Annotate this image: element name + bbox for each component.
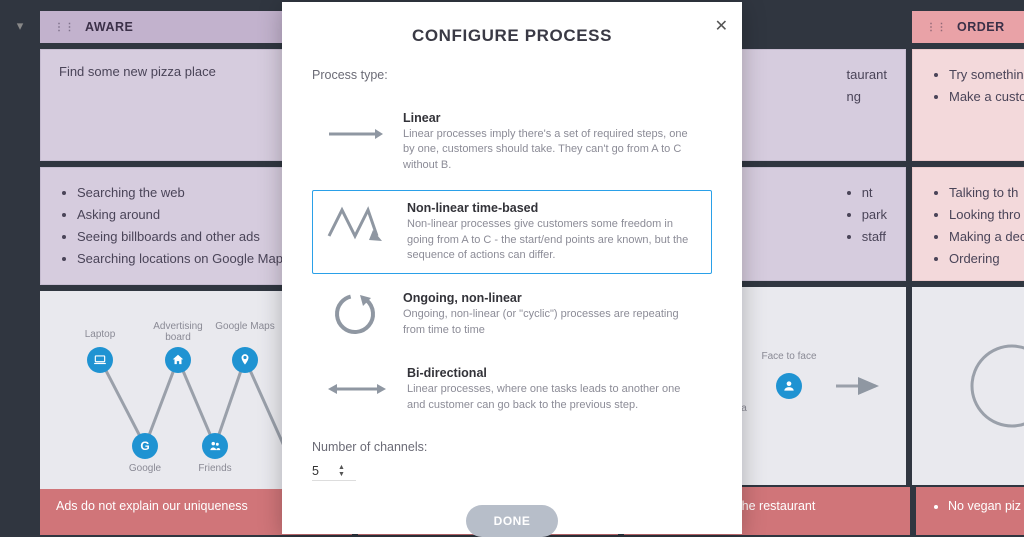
option-ongoing-nonlinear[interactable]: Ongoing, non-linear Ongoing, non-linear (… [312,280,712,349]
option-title: Non-linear time-based [407,201,699,215]
process-type-label: Process type: [312,68,712,82]
chevron-up-icon[interactable]: ▲ [338,464,345,471]
linear-arrow-icon [325,111,385,157]
num-channels-input[interactable]: 5 ▲▼ [312,462,356,481]
option-bidirectional[interactable]: Bi-directional Linear processes, where on… [312,355,712,424]
configure-process-modal: ✕ CONFIGURE PROCESS Process type: Linear… [282,2,742,534]
option-title: Bi-directional [407,366,699,380]
option-linear[interactable]: Linear Linear processes imply there's a s… [312,100,712,184]
done-button[interactable]: DONE [466,505,559,537]
option-desc: Ongoing, non-linear (or "cyclic") proces… [403,307,699,338]
modal-overlay: ✕ CONFIGURE PROCESS Process type: Linear… [0,0,1024,534]
close-icon[interactable]: ✕ [715,16,728,36]
option-title: Linear [403,111,699,125]
option-desc: Linear processes imply there's a set of … [403,127,699,173]
num-channels-label: Number of channels: [312,440,712,454]
double-arrow-icon [325,366,389,412]
option-desc: Linear processes, where one tasks leads … [407,382,699,413]
cycle-arrow-icon [325,291,385,337]
modal-title: CONFIGURE PROCESS [312,26,712,46]
option-nonlinear-time-based[interactable]: Non-linear time-based Non-linear processe… [312,190,712,274]
option-desc: Non-linear processes give customers some… [407,217,699,263]
zigzag-arrow-icon [325,201,389,247]
option-title: Ongoing, non-linear [403,291,699,305]
chevron-down-icon[interactable]: ▼ [338,471,345,478]
number-stepper[interactable]: ▲▼ [338,464,345,478]
num-channels-value: 5 [312,464,332,478]
